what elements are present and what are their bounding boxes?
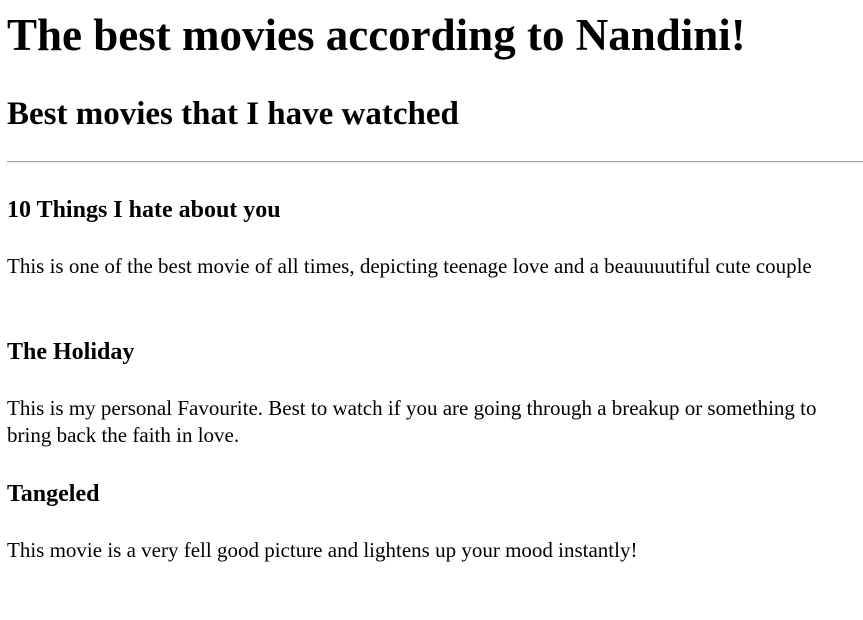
divider: [7, 161, 863, 163]
movie-description: This movie is a very fell good picture a…: [7, 538, 638, 562]
movie-title: The Holiday: [7, 339, 135, 365]
page-subtitle: Best movies that I have watched: [7, 96, 459, 132]
movie-description: This is one of the best movie of all tim…: [7, 254, 812, 278]
page-body: The best movies according to Nandini! Be…: [0, 0, 863, 620]
movie-title: Tangeled: [7, 481, 100, 507]
movie-entry: The Holiday This is my personal Favourit…: [7, 338, 857, 449]
movie-title: 10 Things I hate about you: [7, 197, 281, 223]
page-title: The best movies according to Nandini!: [7, 10, 746, 60]
movie-entry: 10 Things I hate about you This is one o…: [7, 196, 857, 280]
movie-entry: Tangeled This movie is a very fell good …: [7, 480, 857, 564]
movie-description: This is my personal Favourite. Best to w…: [7, 396, 817, 447]
